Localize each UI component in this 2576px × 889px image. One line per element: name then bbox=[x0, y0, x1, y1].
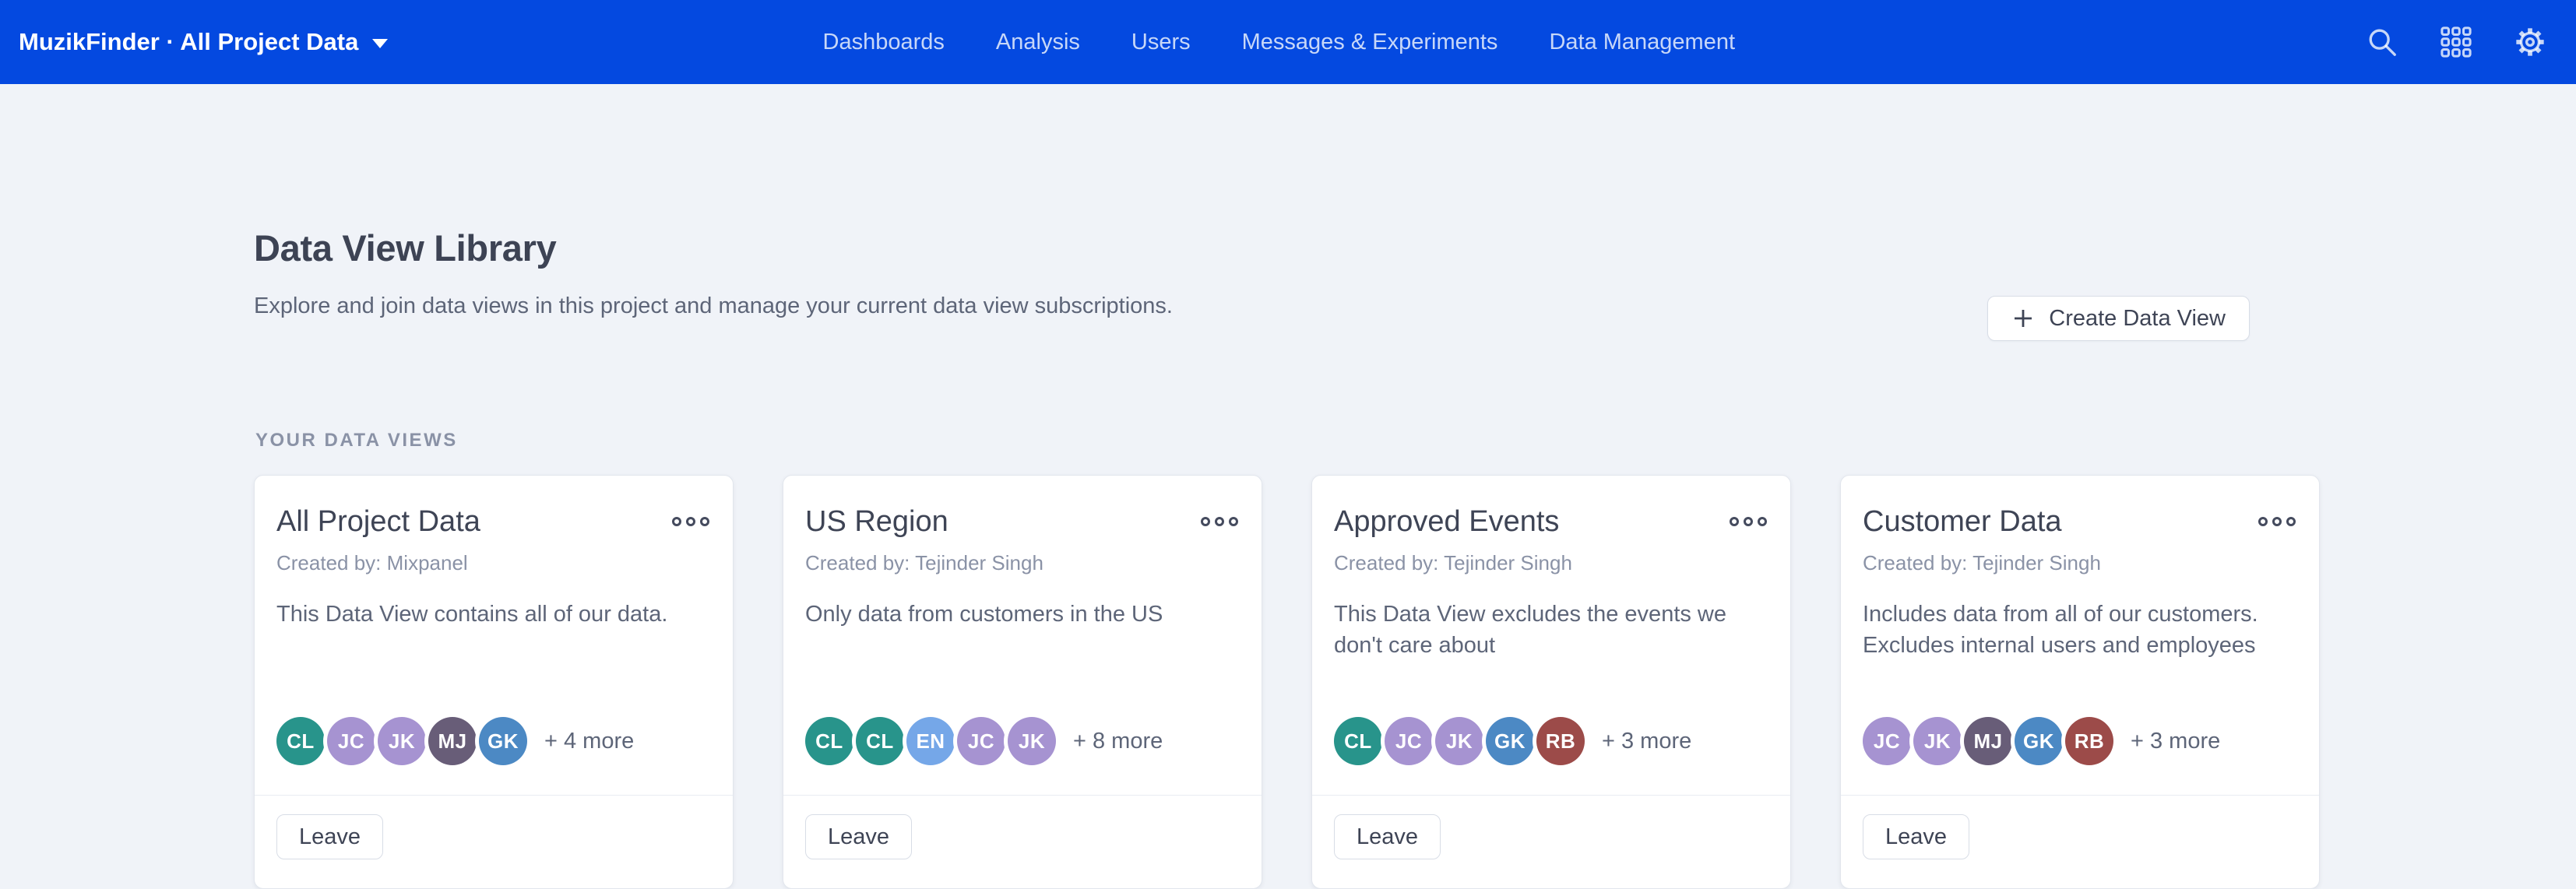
leave-button[interactable]: Leave bbox=[1863, 814, 1969, 859]
avatar: JC bbox=[1385, 717, 1433, 765]
avatar: JK bbox=[1913, 717, 1962, 765]
settings-gear-icon[interactable] bbox=[2514, 26, 2546, 58]
card-overflow-menu-icon[interactable] bbox=[670, 512, 711, 531]
data-view-card: Customer Data Created by: Tejinder Singh… bbox=[1840, 475, 2320, 889]
card-description: This Data View excludes the events we do… bbox=[1334, 599, 1768, 661]
avatar: JK bbox=[378, 717, 426, 765]
card-body: Approved Events Created by: Tejinder Sin… bbox=[1312, 476, 1790, 795]
card-description: This Data View contains all of our data. bbox=[276, 599, 711, 630]
avatar: JC bbox=[327, 717, 375, 765]
avatar-row: JCJKMJGKRB + 3 more bbox=[1863, 717, 2220, 765]
card-title: Customer Data bbox=[1863, 504, 2062, 539]
topbar: MuzikFinder · All Project Data Dashboard… bbox=[0, 0, 2576, 84]
card-footer: Leave bbox=[783, 795, 1262, 888]
avatar: CL bbox=[805, 717, 853, 765]
leave-button[interactable]: Leave bbox=[276, 814, 383, 859]
page-subtitle: Explore and join data views in this proj… bbox=[254, 291, 1173, 321]
avatar: GK bbox=[479, 717, 527, 765]
create-data-view-label: Create Data View bbox=[2049, 306, 2226, 332]
nav-item[interactable]: Users bbox=[1131, 30, 1191, 55]
nav-item[interactable]: Data Management bbox=[1549, 30, 1735, 55]
card-created-by: Created by: Tejinder Singh bbox=[1863, 550, 2297, 575]
avatar-more: + 3 more bbox=[2131, 729, 2220, 754]
card-title: US Region bbox=[805, 504, 948, 539]
section-label-your-data-views: YOUR DATA VIEWS bbox=[255, 430, 458, 452]
create-data-view-button[interactable]: Create Data View bbox=[1987, 296, 2250, 341]
topbar-actions bbox=[2366, 0, 2546, 84]
card-body: US Region Created by: Tejinder Singh Onl… bbox=[783, 476, 1262, 795]
card-created-by: Created by: Tejinder Singh bbox=[1334, 550, 1768, 575]
avatar: GK bbox=[1486, 717, 1534, 765]
card-overflow-menu-icon[interactable] bbox=[1199, 512, 1240, 531]
nav-item[interactable]: Dashboards bbox=[823, 30, 945, 55]
card-body: All Project Data Created by: Mixpanel Th… bbox=[255, 476, 733, 795]
card-header: Approved Events bbox=[1334, 504, 1768, 539]
plus-icon bbox=[2011, 307, 2035, 330]
avatar-more: + 4 more bbox=[544, 729, 634, 754]
data-view-card: Approved Events Created by: Tejinder Sin… bbox=[1311, 475, 1791, 889]
card-description: Includes data from all of our customers.… bbox=[1863, 599, 2297, 661]
card-footer: Leave bbox=[1841, 795, 2319, 888]
search-icon[interactable] bbox=[2366, 26, 2398, 58]
leave-button[interactable]: Leave bbox=[1334, 814, 1441, 859]
avatar: CL bbox=[856, 717, 904, 765]
avatar: MJ bbox=[1964, 717, 2012, 765]
data-view-card: US Region Created by: Tejinder Singh Onl… bbox=[783, 475, 1262, 889]
avatar-row: CLCLENJCJK+ 8 more bbox=[805, 717, 1163, 765]
project-switcher-label: MuzikFinder · All Project Data bbox=[19, 28, 358, 56]
card-footer: Leave bbox=[1312, 795, 1790, 888]
nav-item[interactable]: Analysis bbox=[996, 30, 1080, 55]
avatar: JK bbox=[1435, 717, 1483, 765]
card-body: Customer Data Created by: Tejinder Singh… bbox=[1841, 476, 2319, 795]
avatar: JK bbox=[1008, 717, 1056, 765]
avatar-more: + 8 more bbox=[1073, 729, 1163, 754]
card-description: Only data from customers in the US bbox=[805, 599, 1240, 630]
card-created-by: Created by: Tejinder Singh bbox=[805, 550, 1240, 575]
leave-button[interactable]: Leave bbox=[805, 814, 912, 859]
card-overflow-menu-icon[interactable] bbox=[2257, 512, 2297, 531]
avatar-row: CLJCJKMJGK + 4 more bbox=[276, 717, 634, 765]
data-view-cards: All Project Data Created by: Mixpanel Th… bbox=[254, 475, 2320, 889]
card-title: Approved Events bbox=[1334, 504, 1559, 539]
avatar-more: + 3 more bbox=[1602, 729, 1691, 754]
card-header: US Region bbox=[805, 504, 1240, 539]
project-switcher[interactable]: MuzikFinder · All Project Data bbox=[19, 0, 388, 84]
main-nav: Dashboards Analysis Users Messages & Experi… bbox=[823, 0, 1736, 84]
avatar: CL bbox=[1334, 717, 1382, 765]
avatar-row: CLJCJKGKRB + 3 more bbox=[1334, 717, 1691, 765]
avatar: MJ bbox=[428, 717, 477, 765]
card-created-by: Created by: Mixpanel bbox=[276, 550, 711, 575]
data-view-card: All Project Data Created by: Mixpanel Th… bbox=[254, 475, 734, 889]
card-overflow-menu-icon[interactable] bbox=[1728, 512, 1768, 531]
chevron-down-icon bbox=[372, 39, 388, 48]
card-header: All Project Data bbox=[276, 504, 711, 539]
apps-grid-icon[interactable] bbox=[2441, 26, 2472, 58]
avatar: GK bbox=[2015, 717, 2063, 765]
nav-item[interactable]: Messages & Experiments bbox=[1242, 30, 1498, 55]
card-footer: Leave bbox=[255, 795, 733, 888]
avatar: RB bbox=[2065, 717, 2113, 765]
avatar: JC bbox=[1863, 717, 1911, 765]
avatar: JC bbox=[957, 717, 1005, 765]
avatar: CL bbox=[276, 717, 325, 765]
page-title: Data View Library bbox=[254, 227, 556, 269]
card-title: All Project Data bbox=[276, 504, 480, 539]
main-content: Data View Library Explore and join data … bbox=[0, 84, 2576, 841]
avatar: RB bbox=[1536, 717, 1585, 765]
avatar: EN bbox=[906, 717, 955, 765]
card-header: Customer Data bbox=[1863, 504, 2297, 539]
